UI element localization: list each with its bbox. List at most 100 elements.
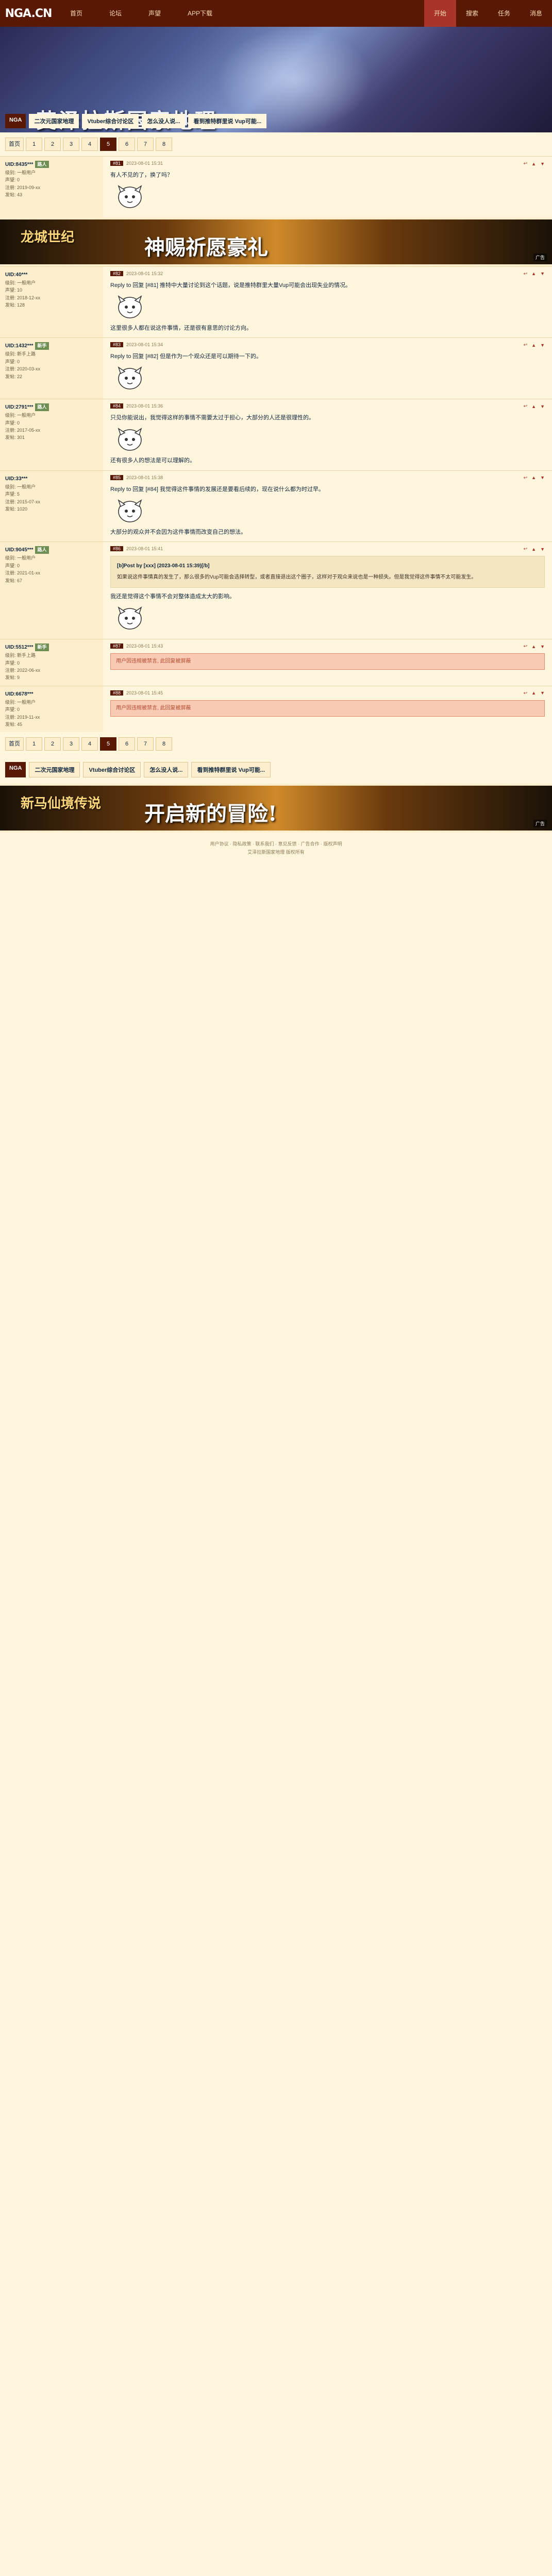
floor-number[interactable]: #83 (110, 342, 124, 348)
site-logo[interactable]: NGA.CN (0, 0, 57, 27)
post-meta-left: #81 2023-08-01 15:31 (110, 161, 163, 166)
quote-text: 如果说这件事情真的发生了，那么很多的Vup可能会选择转型，或者直接退出这个圈子，… (117, 574, 477, 581)
post-item: UID:40*** 级别: 一般用户 声望: 10 注册: 2018-12-xx 发帖:… (0, 266, 552, 338)
page-link[interactable]: 5 (100, 138, 116, 151)
reply-icon[interactable]: ↩ (524, 342, 528, 348)
post-author-name[interactable]: UID:33*** (5, 475, 98, 483)
like-icon[interactable]: ▲ (531, 271, 536, 276)
page-link[interactable]: 2 (44, 138, 61, 151)
post-author-name[interactable]: UID:2791*** 路人 (5, 403, 98, 412)
breadcrumb-item[interactable]: 看到推特群里说 Vup可能... (188, 114, 267, 128)
dislike-icon[interactable]: ▼ (540, 343, 545, 348)
forum-banner: 艾泽拉斯国家地理 NGA 二次元国家地理 Vtuber综合讨论区 怎么没人说..… (0, 27, 552, 132)
floor-number[interactable]: #88 (110, 690, 124, 696)
reply-icon[interactable]: ↩ (524, 643, 528, 649)
author-reputation: 声望: 0 (5, 563, 20, 568)
reply-icon[interactable]: ↩ (524, 690, 528, 696)
quote-header: [b]Post by [xxx] (2023-08-01 15:39)[/b] (117, 563, 210, 569)
page-link[interactable]: 3 (63, 138, 79, 151)
post-author-name[interactable]: UID:8435*** 路人 (5, 161, 98, 169)
floor-number[interactable]: #81 (110, 161, 124, 166)
dislike-icon[interactable]: ▼ (540, 404, 545, 409)
nav-search[interactable]: 搜索 (456, 0, 488, 27)
post-author-name[interactable]: UID:40*** (5, 271, 98, 279)
page-link[interactable]: 6 (119, 737, 135, 751)
page-link[interactable]: 5 (100, 737, 116, 751)
breadcrumb-item[interactable]: 怎么没人说... (142, 114, 186, 128)
post-text: Reply to 回复 [#82] 但是作为一个观众还是可以期待一下的。 (110, 353, 262, 360)
breadcrumb-home[interactable]: NGA (5, 114, 26, 128)
ad-banner-top[interactable]: 龙城世纪 神赐祈愿豪礼 广告 (0, 217, 552, 266)
post-item: UID:33*** 级别: 一般用户 声望: 5 注册: 2015-07-xx 发帖: … (0, 470, 552, 542)
dislike-icon[interactable]: ▼ (540, 690, 545, 696)
nav-reputation[interactable]: 声望 (135, 0, 174, 27)
reply-icon[interactable]: ↩ (524, 161, 528, 166)
post-author-name[interactable]: UID:6678*** (5, 690, 98, 699)
breadcrumb-item[interactable]: 怎么没人说... (144, 762, 189, 778)
post-meta: #88 2023-08-01 15:45 ↩ ▲ ▼ (110, 690, 545, 696)
user-badge: 路人 (35, 161, 49, 168)
post-author-name[interactable]: UID:9045*** 路人 (5, 546, 98, 554)
nav-messages[interactable]: 消息 (520, 0, 552, 27)
reply-icon[interactable]: ↩ (524, 403, 528, 409)
post-text: 大部分的观众并不会因为这件事情而改变自己的想法。 (110, 529, 246, 535)
breadcrumb-item[interactable]: 二次元国家地理 (29, 114, 79, 128)
dislike-icon[interactable]: ▼ (540, 644, 545, 649)
nav-start[interactable]: 开始 (424, 0, 456, 27)
author-level: 级别: 一般用户 (5, 555, 36, 561)
dislike-icon[interactable]: ▼ (540, 271, 545, 276)
nav-tasks[interactable]: 任务 (488, 0, 520, 27)
page-link[interactable]: 首页 (5, 138, 24, 151)
post-actions: ↩ ▲ ▼ (524, 161, 545, 166)
page-link[interactable]: 4 (81, 737, 98, 751)
like-icon[interactable]: ▲ (531, 690, 536, 696)
page-link[interactable]: 7 (137, 737, 154, 751)
ad-tag: 广告 (533, 253, 547, 261)
page-link[interactable]: 首页 (5, 737, 24, 751)
breadcrumb-home[interactable]: NGA (5, 762, 26, 778)
sticker-icon (118, 606, 142, 630)
nav-home[interactable]: 首页 (57, 0, 96, 27)
post-author-name[interactable]: UID:5512*** 新手 (5, 643, 98, 652)
floor-number[interactable]: #84 (110, 403, 124, 409)
page-link[interactable]: 4 (81, 138, 98, 151)
page-link[interactable]: 1 (26, 138, 42, 151)
like-icon[interactable]: ▲ (531, 644, 536, 649)
reply-icon[interactable]: ↩ (524, 546, 528, 552)
post-author-name[interactable]: UID:1432*** 新手 (5, 342, 98, 350)
footer-line: 艾泽拉斯国家地理 版权所有 (247, 850, 305, 855)
floor-number[interactable]: #82 (110, 270, 124, 276)
page-link[interactable]: 8 (156, 138, 172, 151)
nav-app-download[interactable]: APP下载 (174, 0, 226, 27)
like-icon[interactable]: ▲ (531, 343, 536, 348)
sticker-icon (118, 366, 142, 389)
dislike-icon[interactable]: ▼ (540, 547, 545, 552)
page-link[interactable]: 6 (119, 138, 135, 151)
page-link[interactable]: 2 (44, 737, 61, 751)
page-link[interactable]: 8 (156, 737, 172, 751)
reply-icon[interactable]: ↩ (524, 475, 528, 481)
like-icon[interactable]: ▲ (531, 404, 536, 409)
nav-forum[interactable]: 论坛 (96, 0, 135, 27)
author-register-date: 注册: 2015-07-xx (5, 499, 41, 504)
post-text: 只见你能说出，我觉得这样的事情不需要太过于担心，大部分的人还是很理性的。 (110, 415, 314, 421)
breadcrumb-item[interactable]: Vtuber综合讨论区 (82, 114, 139, 128)
dislike-icon[interactable]: ▼ (540, 475, 545, 480)
dislike-icon[interactable]: ▼ (540, 161, 545, 166)
post-content: [b]Post by [xxx] (2023-08-01 15:39)[/b] 如… (110, 556, 545, 635)
reply-icon[interactable]: ↩ (524, 271, 528, 277)
floor-number[interactable]: #85 (110, 474, 124, 480)
floor-number[interactable]: #87 (110, 643, 124, 649)
floor-number[interactable]: #86 (110, 546, 124, 552)
sticker-icon (118, 428, 142, 451)
like-icon[interactable]: ▲ (531, 475, 536, 480)
page-link[interactable]: 7 (137, 138, 154, 151)
page-link[interactable]: 1 (26, 737, 42, 751)
breadcrumb-item[interactable]: Vtuber综合讨论区 (83, 762, 141, 778)
like-icon[interactable]: ▲ (531, 161, 536, 166)
ad-banner-bottom[interactable]: 新马仙境传说 开启新的冒险! 广告 (0, 784, 552, 833)
breadcrumb-item[interactable]: 看到推特群里说 Vup可能... (191, 762, 271, 778)
breadcrumb-item[interactable]: 二次元国家地理 (29, 762, 80, 778)
like-icon[interactable]: ▲ (531, 547, 536, 552)
page-link[interactable]: 3 (63, 737, 79, 751)
